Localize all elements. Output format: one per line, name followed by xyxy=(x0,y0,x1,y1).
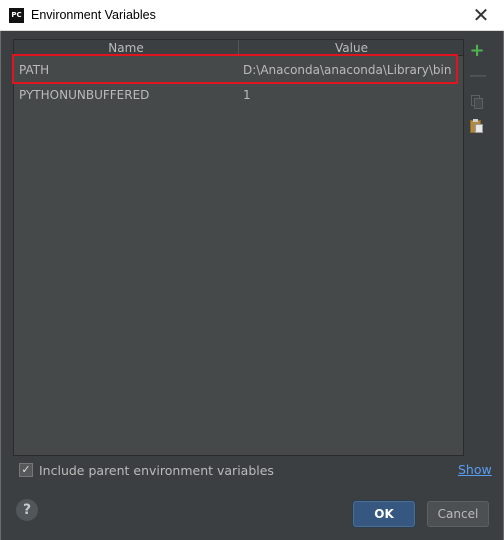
variable-name-cell[interactable]: PATH xyxy=(19,58,237,82)
show-link[interactable]: Show xyxy=(458,461,492,478)
ok-button[interactable]: OK xyxy=(353,501,415,527)
variable-value-cell[interactable]: D:\Anaconda\anaconda\Library\bin xyxy=(243,58,461,82)
include-parent-label[interactable]: Include parent environment variables xyxy=(39,462,274,479)
close-button[interactable]: ✕ xyxy=(458,0,504,31)
table-side-toolbar: + — xyxy=(465,39,489,456)
table-row[interactable]: PYTHONUNBUFFERED 1 xyxy=(14,83,463,107)
title-bar: PC Environment Variables ✕ xyxy=(0,0,504,31)
minus-icon[interactable]: — xyxy=(469,67,487,85)
env-variables-table[interactable]: Name Value PATH D:\Anaconda\anaconda\Lib… xyxy=(13,39,464,456)
cancel-button[interactable]: Cancel xyxy=(427,501,489,527)
pycharm-logo-icon: PC xyxy=(9,8,24,23)
column-header-name[interactable]: Name xyxy=(14,40,239,56)
variable-name-cell[interactable]: PYTHONUNBUFFERED xyxy=(19,83,237,107)
copy-icon[interactable] xyxy=(469,94,485,110)
window-title: Environment Variables xyxy=(31,8,156,22)
variable-value-cell[interactable]: 1 xyxy=(243,83,461,107)
plus-icon[interactable]: + xyxy=(469,42,485,60)
paste-icon[interactable] xyxy=(469,118,485,134)
help-icon[interactable]: ? xyxy=(16,499,38,521)
column-header-value[interactable]: Value xyxy=(240,40,463,56)
include-parent-checkbox[interactable]: ✓ xyxy=(19,463,33,477)
table-row[interactable]: PATH D:\Anaconda\anaconda\Library\bin xyxy=(14,58,463,82)
window-border-left xyxy=(0,31,1,540)
table-header: Name Value xyxy=(14,40,463,56)
